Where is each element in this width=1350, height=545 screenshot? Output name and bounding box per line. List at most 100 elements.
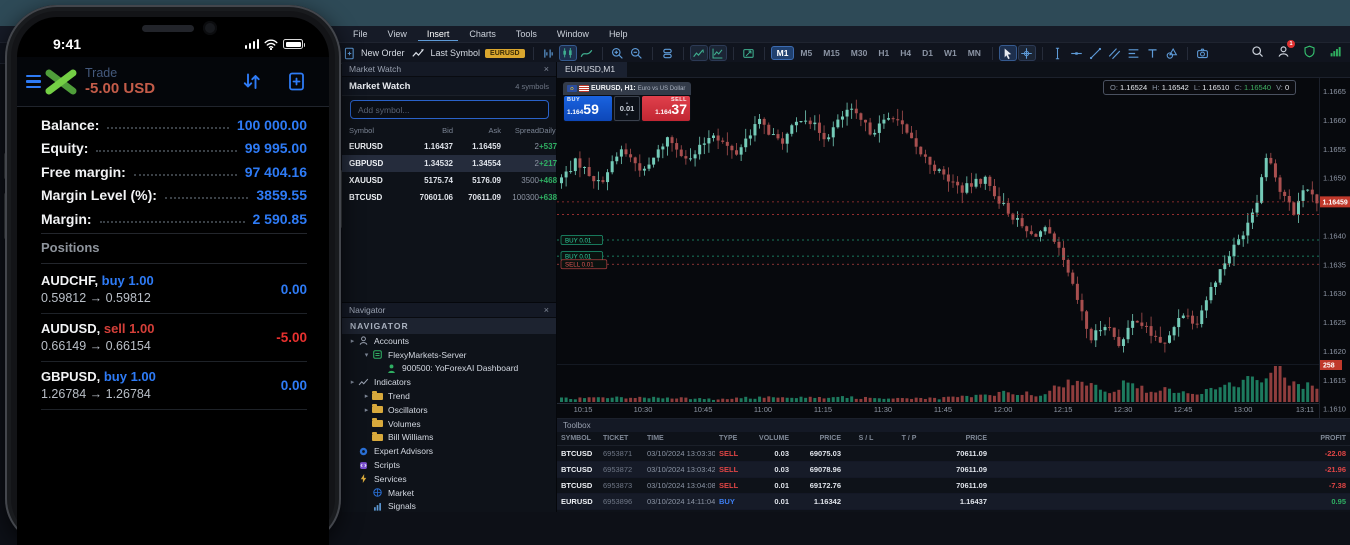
tree-collapsed-icon[interactable]: ▸ [362, 406, 371, 414]
nav-item-indicators[interactable]: ▸ Indicators [342, 375, 556, 389]
indicator-window-icon[interactable] [708, 45, 727, 61]
column-daily[interactable]: Daily [539, 126, 556, 135]
maximize-chart-icon[interactable] [740, 45, 758, 61]
market-watch-titlebar[interactable]: Market Watch × [342, 62, 556, 77]
market-watch-row-gbpusd[interactable]: GBPUSD1.345321.345542+2174.84% [342, 155, 580, 172]
close-icon[interactable]: × [544, 64, 549, 74]
cursor-tool-icon[interactable] [998, 45, 1017, 61]
toolbox-column-time[interactable]: TIME [643, 435, 715, 442]
add-symbol-input[interactable] [350, 100, 549, 119]
time-axis-label[interactable]: 12:00 [994, 405, 1013, 414]
horizontal-line-tool-icon[interactable] [1068, 45, 1086, 61]
time-axis-label[interactable]: 11:15 [814, 405, 832, 414]
timeframe-d1[interactable]: D1 [917, 46, 938, 60]
last-symbol-badge[interactable]: EURUSD [485, 48, 525, 58]
toolbox-column-t-p[interactable]: T / P [887, 435, 931, 442]
position-gbpusd[interactable]: GBPUSD, buy 1.00 1.26784 → 1.26784 0.00 [41, 362, 307, 410]
menu-insert[interactable]: Insert [417, 28, 459, 41]
last-symbol-icon[interactable] [410, 45, 428, 61]
timeframe-m1[interactable]: M1 [770, 46, 795, 60]
position-audchf[interactable]: AUDCHF, buy 1.00 0.59812 → 0.59812 0.00 [41, 266, 307, 314]
nav-item-expert-advisors[interactable]: Expert Advisors [342, 444, 556, 458]
menu-window[interactable]: Window [548, 28, 598, 40]
text-tool-icon[interactable] [1144, 45, 1162, 61]
trade-row-6953871[interactable]: BTCUSD 6953871 03/10/2024 13:03:30 SELL 0.03… [557, 446, 1350, 462]
toolbox-column-price[interactable]: PRICE [793, 435, 845, 442]
time-axis-label[interactable]: 12:45 [1174, 405, 1193, 414]
time-axis-label[interactable]: 11:30 [874, 405, 892, 414]
market-watch-row-xauusd[interactable]: XAUUSD5175.745176.093500+46829276.02% [342, 172, 598, 189]
toolbox-column-profit[interactable]: PROFIT [991, 435, 1350, 442]
tree-expanded-icon[interactable]: ▾ [362, 351, 371, 359]
trendline-tool-icon[interactable] [1087, 45, 1105, 61]
menu-icon[interactable] [26, 74, 41, 89]
indicators-icon[interactable] [689, 45, 708, 61]
time-axis-label[interactable]: 13:11 [1296, 405, 1314, 414]
zoom-out-icon[interactable] [628, 45, 646, 61]
chart-tab-eurusd-m1[interactable]: EURUSD,M1 [557, 62, 628, 77]
sell-button[interactable]: SELL 1.164 37 [642, 96, 690, 121]
trade-row-6953873[interactable]: BTCUSD 6953873 03/10/2024 13:04:08 SELL 0.01… [557, 478, 1350, 494]
price-chart[interactable]: BUY 0.01BUY 0.01SELL 0.011.16651.16601.1… [557, 78, 1350, 418]
time-axis-label[interactable]: 10:15 [574, 405, 593, 414]
candlestick-chart-type-icon[interactable] [558, 45, 577, 61]
timeframe-h1[interactable]: H1 [873, 46, 894, 60]
tree-collapsed-icon[interactable]: ▸ [348, 378, 357, 386]
zoom-in-icon[interactable] [609, 45, 627, 61]
last-symbol-button[interactable]: Last Symbol [431, 48, 481, 58]
profile-icon[interactable]: 1 [1274, 40, 1295, 59]
search-icon[interactable] [1248, 43, 1266, 59]
toolbox-column-price[interactable]: PRICE [931, 435, 991, 442]
column-bid[interactable]: Bid [405, 126, 453, 135]
toolbox-column-ticket[interactable]: TICKET [599, 435, 643, 442]
menu-help[interactable]: Help [600, 28, 637, 40]
menu-charts[interactable]: Charts [460, 28, 505, 40]
time-axis-label[interactable]: 12:30 [1114, 405, 1133, 414]
nav-item-accounts[interactable]: ▸ Accounts [342, 334, 556, 348]
lot-decrease-icon[interactable]: ▼ [625, 112, 629, 117]
buy-button[interactable]: BUY 1.164 59 [564, 96, 612, 121]
time-axis-label[interactable]: 11:00 [754, 405, 772, 414]
menu-view[interactable]: View [379, 28, 416, 40]
timeframe-mn[interactable]: MN [963, 46, 986, 60]
navigator-titlebar[interactable]: Navigator × [342, 303, 556, 318]
vertical-line-tool-icon[interactable] [1049, 45, 1067, 61]
column-symbol[interactable]: Symbol [349, 126, 405, 135]
nav-item-900500-yoforexai-dashboard[interactable]: 900500: YoForexAI Dashboard [342, 362, 556, 376]
toolbox-titlebar[interactable]: Toolbox [557, 419, 1350, 432]
bar-chart-type-icon[interactable] [540, 45, 558, 61]
line-chart-type-icon[interactable] [578, 45, 596, 61]
nav-item-signals[interactable]: Signals [342, 500, 556, 514]
toolbox-column-volume[interactable]: VOLUME [749, 435, 793, 442]
timeframe-w1[interactable]: W1 [939, 46, 962, 60]
timeframe-m5[interactable]: M5 [795, 46, 817, 60]
tree-collapsed-icon[interactable]: ▸ [348, 337, 357, 345]
tree-collapsed-icon[interactable]: ▸ [362, 392, 371, 400]
trade-row-6953896[interactable]: EURUSD 6953896 03/10/2024 14:11:04 BUY 0.01 1… [557, 494, 1350, 510]
toolbox-column-type[interactable]: TYPE [715, 435, 749, 442]
time-axis-label[interactable]: 11:45 [934, 405, 952, 414]
screenshot-icon[interactable] [1194, 45, 1212, 61]
sort-transfer-icon[interactable] [241, 71, 262, 92]
nav-item-oscillators[interactable]: ▸ Oscillators [342, 403, 556, 417]
position-audusd[interactable]: AUDUSD, sell 1.00 0.66149 → 0.66154 -5.00 [41, 314, 307, 362]
new-document-icon[interactable] [286, 71, 307, 92]
close-icon[interactable]: × [544, 305, 549, 315]
lot-size-stepper[interactable]: ▲ 0.01 ▼ [614, 96, 640, 121]
column-ask[interactable]: Ask [453, 126, 501, 135]
channel-tool-icon[interactable] [1106, 45, 1124, 61]
shapes-tool-icon[interactable] [1163, 45, 1181, 61]
menu-tools[interactable]: Tools [507, 28, 546, 40]
nav-item-bill-williams[interactable]: Bill Williams [342, 431, 556, 445]
market-watch-row-eurusd[interactable]: EURUSD1.164371.164592+537.29% [342, 138, 575, 155]
market-watch-row-btcusd[interactable]: BTCUSD70601.0670611.09100300+638913619.9… [342, 189, 602, 206]
nav-item-market[interactable]: Market [342, 486, 556, 500]
timeframe-m15[interactable]: M15 [818, 46, 845, 60]
new-order-button[interactable]: New Order [361, 48, 405, 58]
timeframe-h4[interactable]: H4 [895, 46, 916, 60]
trade-row-6953872[interactable]: BTCUSD 6953872 03/10/2024 13:03:42 SELL 0.03… [557, 462, 1350, 478]
nav-item-services[interactable]: Services [342, 472, 556, 486]
nav-item-flexymarkets-server[interactable]: ▾ FlexyMarkets-Server [342, 348, 556, 362]
timeframe-m30[interactable]: M30 [846, 46, 873, 60]
column-spread[interactable]: Spread [501, 126, 539, 135]
